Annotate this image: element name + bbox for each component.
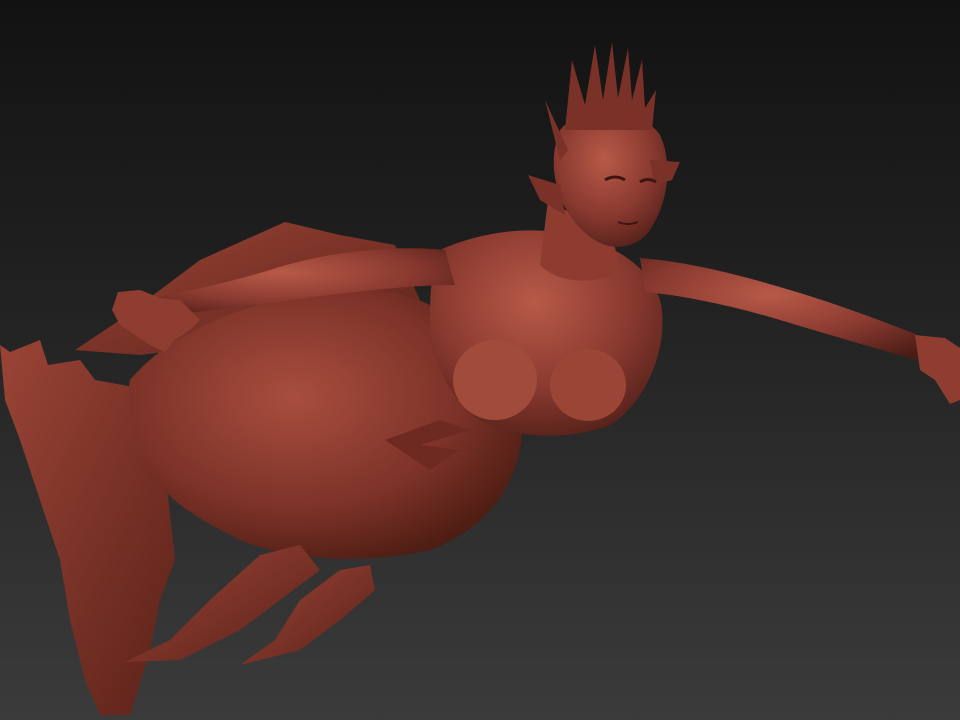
breast-right: [550, 349, 626, 421]
breast-left: [453, 340, 537, 420]
hand-right: [915, 335, 960, 404]
sculpt-render: [0, 42, 960, 715]
render-viewport[interactable]: [0, 0, 960, 720]
arm-right: [640, 258, 930, 362]
head-crest: [565, 42, 656, 130]
